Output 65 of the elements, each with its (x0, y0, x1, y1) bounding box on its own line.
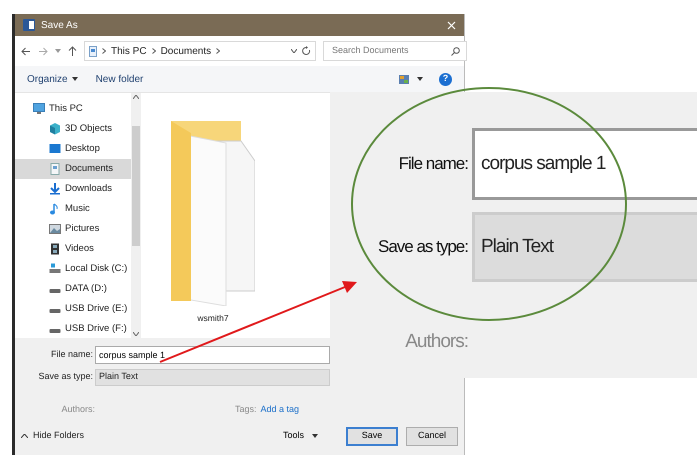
caret-icon[interactable] (291, 49, 297, 53)
search-icon (451, 46, 460, 56)
scroll-up-icon[interactable] (133, 95, 139, 99)
scrollbar-thumb[interactable] (132, 126, 140, 246)
chevron-right-icon (102, 48, 106, 54)
chevron-right-icon (152, 48, 156, 54)
close-icon[interactable] (447, 20, 456, 30)
new-folder-button[interactable]: New folder (96, 72, 144, 86)
folder-tree-item[interactable]: Local Disk (C:) (15, 259, 131, 279)
folder-tree-item[interactable]: Downloads (15, 179, 131, 199)
document-icon (49, 163, 61, 175)
desktop-icon (49, 143, 61, 155)
back-arrow-icon[interactable] (21, 46, 31, 56)
help-button[interactable]: ? (439, 72, 452, 86)
download-arrow-icon (49, 183, 61, 195)
view-icon[interactable] (399, 74, 409, 84)
monitor-icon (33, 103, 45, 115)
chevron-right-icon (216, 48, 220, 54)
cube-icon (49, 123, 61, 135)
folder-item[interactable]: wsmith7 (171, 121, 255, 325)
document-icon (89, 46, 97, 56)
folder-tree-item[interactable]: Videos (15, 239, 131, 259)
hide-folders-button[interactable]: Hide Folders (33, 429, 84, 443)
add-tag-link[interactable]: Add a tag (260, 403, 300, 417)
file-name-label: File name: (398, 153, 469, 176)
app-icon (23, 19, 35, 31)
window-title: Save As (41, 18, 79, 32)
dialog-button[interactable]: Cancel (406, 426, 458, 446)
folder-icon (171, 121, 255, 306)
caret-icon (312, 434, 318, 438)
tags-label: Tags: (235, 403, 257, 416)
save-as-type-label: Save as type: (37, 370, 94, 384)
tools-menu[interactable]: Tools (282, 429, 318, 443)
folder-tree-item[interactable]: DATA (D:) (15, 279, 131, 299)
save-as-type-dropdown[interactable]: Plain Text (95, 368, 330, 386)
address-bar[interactable]: This PC Documents (84, 41, 316, 61)
search-field[interactable]: Search Documents (330, 43, 451, 59)
file-name-field[interactable]: corpus sample 1 (95, 346, 330, 364)
folder-tree-item[interactable]: Music (15, 199, 131, 219)
organize-menu[interactable]: Organize (27, 72, 78, 86)
file-name-field: corpus sample 1 (472, 128, 697, 200)
breadcrumb[interactable]: This PC (111, 44, 147, 58)
refresh-icon[interactable] (302, 46, 311, 56)
film-icon (49, 243, 61, 255)
file-name-label: File name: (50, 348, 94, 362)
authors-label: Authors: (404, 330, 469, 354)
picture-icon (49, 223, 61, 235)
folder-tree-item[interactable]: Pictures (15, 219, 131, 239)
chevron-up-icon[interactable] (21, 434, 28, 438)
dialog-button[interactable]: Save (346, 426, 398, 446)
search-field[interactable]: Search Documents (323, 41, 467, 61)
authors-label: Authors: (60, 403, 95, 416)
up-arrow-icon[interactable] (68, 46, 77, 56)
disk-drive-icon (49, 263, 61, 275)
folder-tree-item[interactable]: 3D Objects (15, 119, 131, 139)
caret-icon (72, 77, 78, 81)
breadcrumb[interactable]: Documents (160, 44, 212, 58)
scroll-down-icon[interactable] (133, 332, 139, 336)
save-as-type-label: Save as type: (376, 236, 469, 258)
folder-tree-item[interactable]: USB Drive (F:) (15, 319, 131, 338)
folder-tree-item[interactable]: Desktop (15, 139, 131, 159)
folder-tree-item[interactable]: This PC (15, 99, 131, 119)
folder-tree-item[interactable]: USB Drive (E:) (15, 299, 131, 319)
caret-icon[interactable] (417, 77, 423, 81)
folder-tree-item[interactable]: Documents (15, 159, 131, 179)
